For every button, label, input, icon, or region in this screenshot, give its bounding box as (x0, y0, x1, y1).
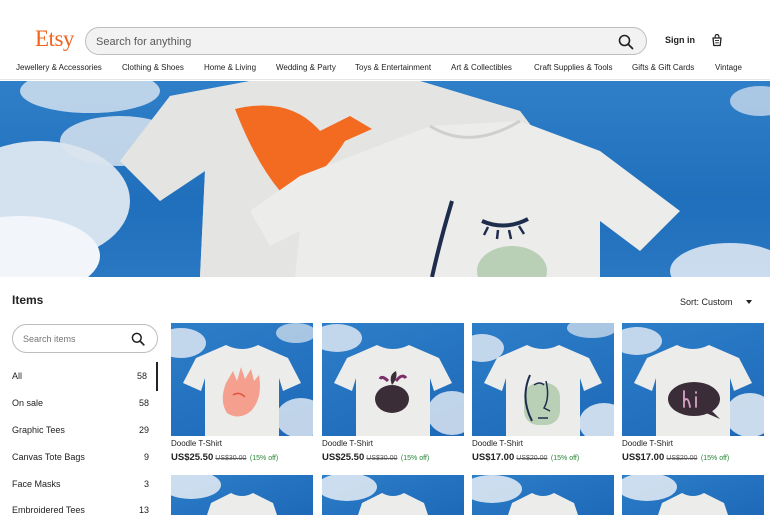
nav-item-craft[interactable]: Craft Supplies & Tools (534, 63, 613, 72)
discount-label: (15% off) (700, 455, 730, 462)
sale-price: US$17.00 (622, 452, 665, 463)
site-header: Etsy Sign in Jewellery & Accessories Clo… (0, 0, 770, 80)
nav-item-art[interactable]: Art & Collectibles (451, 63, 512, 72)
search-input[interactable] (96, 33, 596, 51)
shop-banner-image (0, 81, 770, 277)
product-image[interactable] (322, 323, 464, 436)
product-price: US$25.50 US$30.00 (15% off) (171, 452, 278, 463)
category-nav: Jewellery & Accessories Clothing & Shoes… (0, 63, 770, 77)
discount-label: (15% off) (400, 455, 430, 462)
original-price: US$20.00 (516, 455, 548, 462)
original-price: US$20.00 (666, 455, 698, 462)
nav-item-gifts[interactable]: Gifts & Gift Cards (632, 63, 694, 72)
product-image[interactable] (472, 323, 614, 436)
tshirt-illustration (322, 475, 428, 515)
category-label: On sale (12, 398, 44, 408)
category-label: Embroidered Tees (12, 505, 85, 515)
tshirt-face-illustration (472, 323, 614, 436)
product-image[interactable] (472, 475, 614, 515)
tshirt-hand-illustration (171, 323, 313, 436)
sale-price: US$25.50 (322, 452, 365, 463)
product-price: US$25.50 US$30.00 (15% off) (322, 452, 429, 463)
tshirt-apple-illustration (322, 324, 464, 436)
original-price: US$30.00 (366, 455, 398, 462)
product-title[interactable]: Doodle T-Shirt (472, 439, 523, 448)
category-count: 58 (138, 398, 149, 408)
product-card[interactable]: Doodle T-Shirt US$17.00 US$20.00 (15% off… (622, 323, 764, 473)
nav-item-vintage[interactable]: Vintage (715, 63, 742, 72)
nav-item-wedding[interactable]: Wedding & Party (276, 63, 336, 72)
sale-price: US$25.50 (171, 452, 214, 463)
category-embroidered-tees[interactable]: Embroidered Tees 13 (0, 505, 158, 515)
category-graphic-tees[interactable]: Graphic Tees 29 (0, 425, 158, 441)
tshirt-illustration (622, 475, 728, 515)
search-icon[interactable] (131, 332, 145, 346)
category-all[interactable]: All 58 (0, 362, 158, 391)
sign-in-link[interactable]: Sign in (665, 35, 695, 45)
category-count: 29 (138, 425, 149, 435)
product-card[interactable]: Doodle T-Shirt US$17.00 US$20.00 (15% off… (472, 323, 614, 473)
product-image[interactable] (622, 475, 764, 515)
product-card[interactable]: Doodle T-Shirt US$25.50 US$30.00 (15% off… (322, 323, 464, 473)
category-on-sale[interactable]: On sale 58 (0, 398, 158, 414)
nav-item-jewellery[interactable]: Jewellery & Accessories (16, 63, 102, 72)
category-face-masks[interactable]: Face Masks 3 (0, 479, 158, 495)
tshirt-speech-bubble-illustration (622, 327, 764, 436)
items-heading: Items (12, 293, 44, 307)
sort-dropdown[interactable]: Sort: Custom (680, 297, 733, 307)
category-count: 3 (143, 479, 149, 489)
product-price: US$17.00 US$20.00 (15% off) (472, 452, 579, 463)
category-count: 9 (143, 452, 149, 462)
tshirt-illustration (171, 475, 277, 515)
product-image[interactable] (171, 475, 313, 515)
sale-price: US$17.00 (472, 452, 515, 463)
nav-item-toys[interactable]: Toys & Entertainment (355, 63, 431, 72)
original-price: US$30.00 (215, 455, 247, 462)
product-title[interactable]: Doodle T-Shirt (322, 439, 373, 448)
category-label: All (12, 371, 23, 381)
category-label: Face Masks (12, 479, 61, 489)
nav-item-clothing[interactable]: Clothing & Shoes (122, 63, 184, 72)
search-icon[interactable] (618, 34, 634, 50)
main-search-bar[interactable] (85, 27, 647, 55)
product-price: US$17.00 US$20.00 (15% off) (622, 452, 729, 463)
item-search-input[interactable] (23, 332, 128, 346)
item-search-bar[interactable] (12, 324, 158, 353)
category-label: Canvas Tote Bags (12, 452, 85, 462)
discount-label: (15% off) (550, 455, 580, 462)
product-title[interactable]: Doodle T-Shirt (171, 439, 222, 448)
banner-illustration (0, 81, 770, 277)
product-title[interactable]: Doodle T-Shirt (622, 439, 673, 448)
category-count: 13 (138, 505, 149, 515)
product-image[interactable] (171, 323, 313, 436)
caret-down-icon[interactable] (746, 300, 752, 304)
category-label: Graphic Tees (12, 425, 65, 435)
product-image[interactable] (322, 475, 464, 515)
tshirt-illustration (472, 475, 578, 515)
category-count: 58 (136, 371, 147, 381)
category-canvas-tote-bags[interactable]: Canvas Tote Bags 9 (0, 452, 158, 468)
nav-item-home[interactable]: Home & Living (204, 63, 256, 72)
product-card[interactable]: Doodle T-Shirt US$25.50 US$30.00 (15% off… (171, 323, 313, 473)
discount-label: (15% off) (249, 455, 279, 462)
etsy-logo[interactable]: Etsy (35, 26, 74, 52)
product-image[interactable] (622, 323, 764, 436)
cart-icon[interactable] (710, 33, 724, 47)
